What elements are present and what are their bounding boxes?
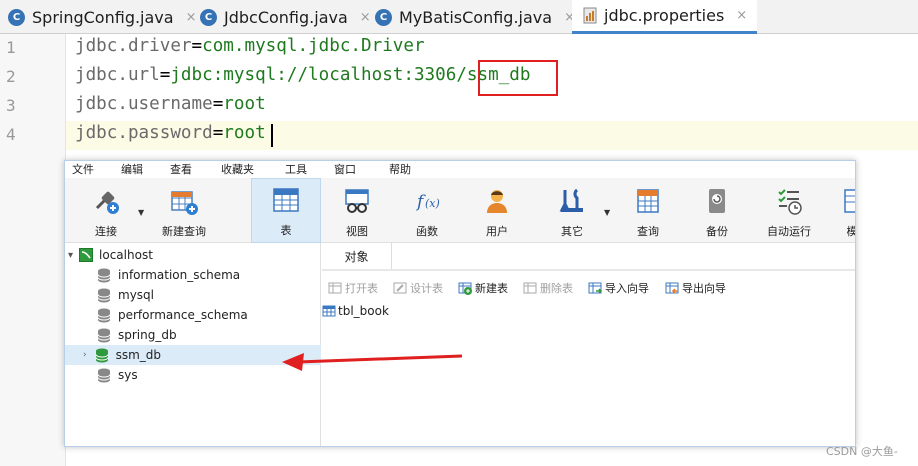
watermark: CSDN @大鱼-: [826, 445, 898, 458]
arrow-shaft: [297, 354, 463, 364]
arrow-head: [282, 353, 304, 371]
annotation-arrow: [282, 353, 463, 371]
